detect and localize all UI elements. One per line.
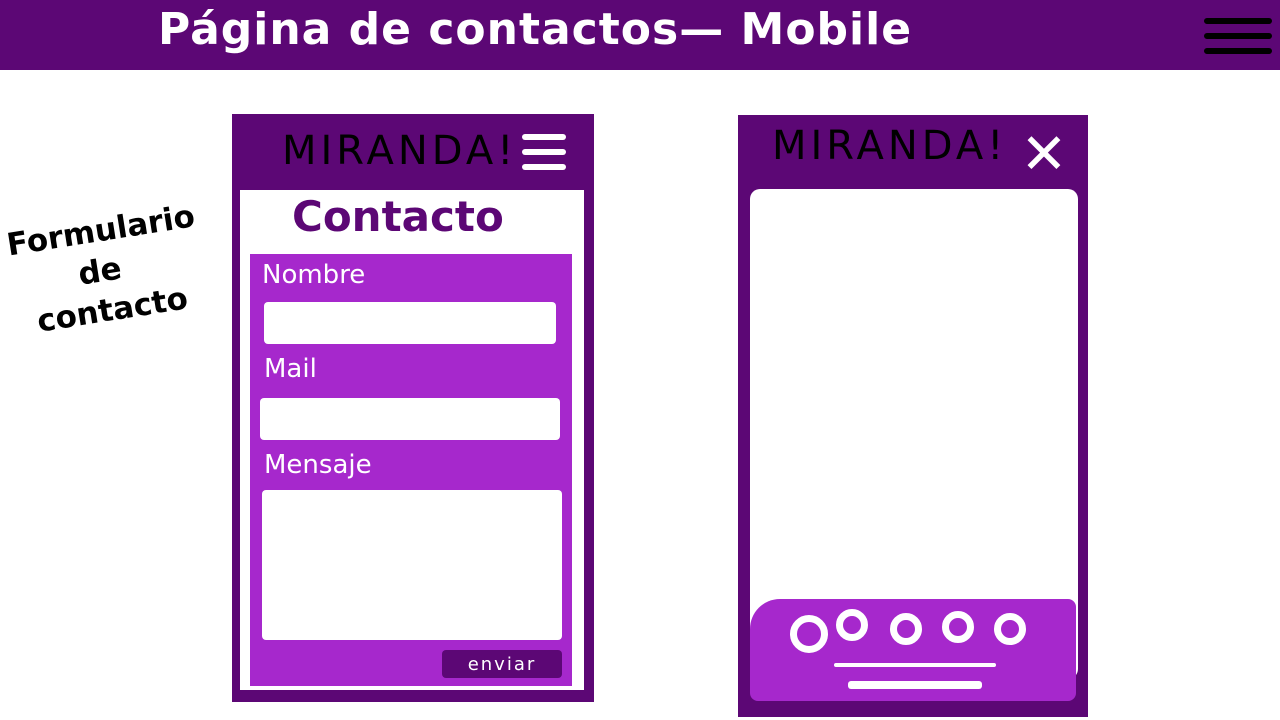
- circle-icon[interactable]: [890, 613, 922, 645]
- divider-line: [834, 663, 996, 667]
- circle-icon[interactable]: [836, 609, 868, 641]
- brand-logo[interactable]: MIRANDA!: [772, 123, 1007, 169]
- phone-menu-open: MIRANDA! ✕: [738, 115, 1088, 717]
- phone-contact-form: MIRANDA! Contacto Nombre Mail Mensaje en…: [232, 114, 594, 702]
- name-input[interactable]: [264, 302, 556, 344]
- message-textarea[interactable]: [262, 490, 562, 640]
- hamburger-menu-icon[interactable]: [1204, 14, 1272, 58]
- page-title: Página de contactos— Mobile: [158, 4, 913, 55]
- circle-icon[interactable]: [994, 613, 1026, 645]
- brand-logo[interactable]: MIRANDA!: [282, 128, 517, 174]
- mail-input[interactable]: [260, 398, 560, 440]
- annotation-label: Formulario de contacto: [4, 193, 230, 344]
- mail-label: Mail: [264, 354, 317, 384]
- social-footer: [750, 599, 1076, 701]
- section-title: Contacto: [292, 192, 504, 241]
- hamburger-menu-icon[interactable]: [522, 128, 566, 176]
- close-icon[interactable]: ✕: [1014, 125, 1074, 185]
- contact-form: Nombre Mail Mensaje enviar: [250, 254, 572, 686]
- submit-button[interactable]: enviar: [442, 650, 562, 678]
- circle-icon[interactable]: [790, 615, 828, 653]
- message-label: Mensaje: [264, 450, 372, 480]
- circle-icon[interactable]: [942, 611, 974, 643]
- name-label: Nombre: [262, 260, 366, 290]
- divider-line: [848, 681, 982, 689]
- top-header-bar: Página de contactos— Mobile: [0, 0, 1280, 70]
